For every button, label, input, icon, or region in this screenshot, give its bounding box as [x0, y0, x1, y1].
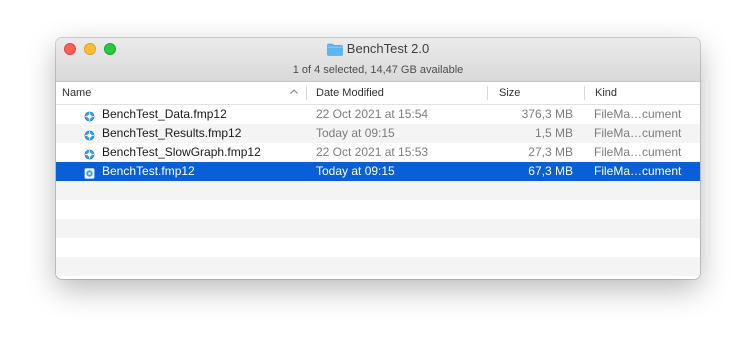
column-name-label: Name: [62, 87, 92, 99]
file-date: Today at 09:15: [316, 126, 395, 140]
file-kind: FileMa…cument: [594, 145, 682, 159]
file-name: BenchTest_Data.fmp12: [102, 107, 227, 121]
column-date-header[interactable]: Date Modified: [310, 82, 488, 104]
column-header: Name Date Modified Size Kind: [56, 82, 700, 105]
column-size-label: Size: [499, 87, 521, 99]
column-size-header[interactable]: Size: [493, 82, 583, 104]
empty-row: [56, 257, 700, 276]
file-date: 22 Oct 2021 at 15:54: [316, 107, 429, 121]
title-bar[interactable]: BenchTest 2.0 1 of 4 selected, 14,47 GB …: [56, 38, 700, 82]
filemaker-file-icon: [84, 147, 95, 160]
finder-window: BenchTest 2.0 1 of 4 selected, 14,47 GB …: [56, 38, 700, 279]
status-text: 1 of 4 selected, 14,47 GB available: [292, 64, 464, 76]
file-list: BenchTest_Data.fmp12 22 Oct 2021 at 15:5…: [56, 105, 700, 279]
file-row[interactable]: BenchTest_Results.fmp12 Today at 09:15 1…: [56, 124, 700, 143]
file-size: 67,3 MB: [528, 164, 573, 178]
file-kind: FileMa…cument: [594, 107, 682, 121]
file-date: Today at 09:15: [316, 164, 395, 178]
column-kind-header[interactable]: Kind: [589, 82, 699, 104]
chevron-up-icon[interactable]: [289, 86, 299, 98]
file-kind: FileMa…cument: [594, 126, 682, 140]
file-name: BenchTest_Results.fmp12: [102, 126, 242, 140]
file-row-selected[interactable]: BenchTest.fmp12 Today at 09:15 67,3 MB F…: [56, 162, 700, 181]
file-name: BenchTest_SlowGraph.fmp12: [102, 145, 261, 159]
file-date: 22 Oct 2021 at 15:53: [316, 145, 429, 159]
window-title: BenchTest 2.0: [346, 41, 430, 56]
column-name-header[interactable]: Name: [56, 82, 306, 104]
empty-row: [56, 219, 700, 238]
file-size: 1,5 MB: [534, 126, 573, 140]
column-separator[interactable]: [487, 86, 488, 100]
empty-row: [56, 238, 700, 257]
file-row[interactable]: BenchTest_SlowGraph.fmp12 22 Oct 2021 at…: [56, 143, 700, 162]
file-row[interactable]: BenchTest_Data.fmp12 22 Oct 2021 at 15:5…: [56, 105, 700, 124]
empty-row: [56, 181, 700, 200]
filemaker-file-icon: [84, 128, 95, 141]
empty-row: [56, 200, 700, 219]
file-name: BenchTest.fmp12: [102, 164, 195, 178]
column-date-label: Date Modified: [316, 87, 384, 99]
column-kind-label: Kind: [595, 87, 618, 99]
file-size: 27,3 MB: [528, 145, 573, 159]
folder-icon: [326, 43, 343, 60]
filemaker-file-icon: [84, 166, 95, 179]
file-kind: FileMa…cument: [594, 164, 682, 178]
filemaker-file-icon: [84, 109, 95, 122]
file-size: 376,3 MB: [521, 107, 573, 121]
column-separator[interactable]: [584, 86, 585, 100]
window-title-area: BenchTest 2.0: [56, 41, 700, 60]
empty-row: [56, 276, 700, 279]
column-separator[interactable]: [306, 86, 307, 100]
